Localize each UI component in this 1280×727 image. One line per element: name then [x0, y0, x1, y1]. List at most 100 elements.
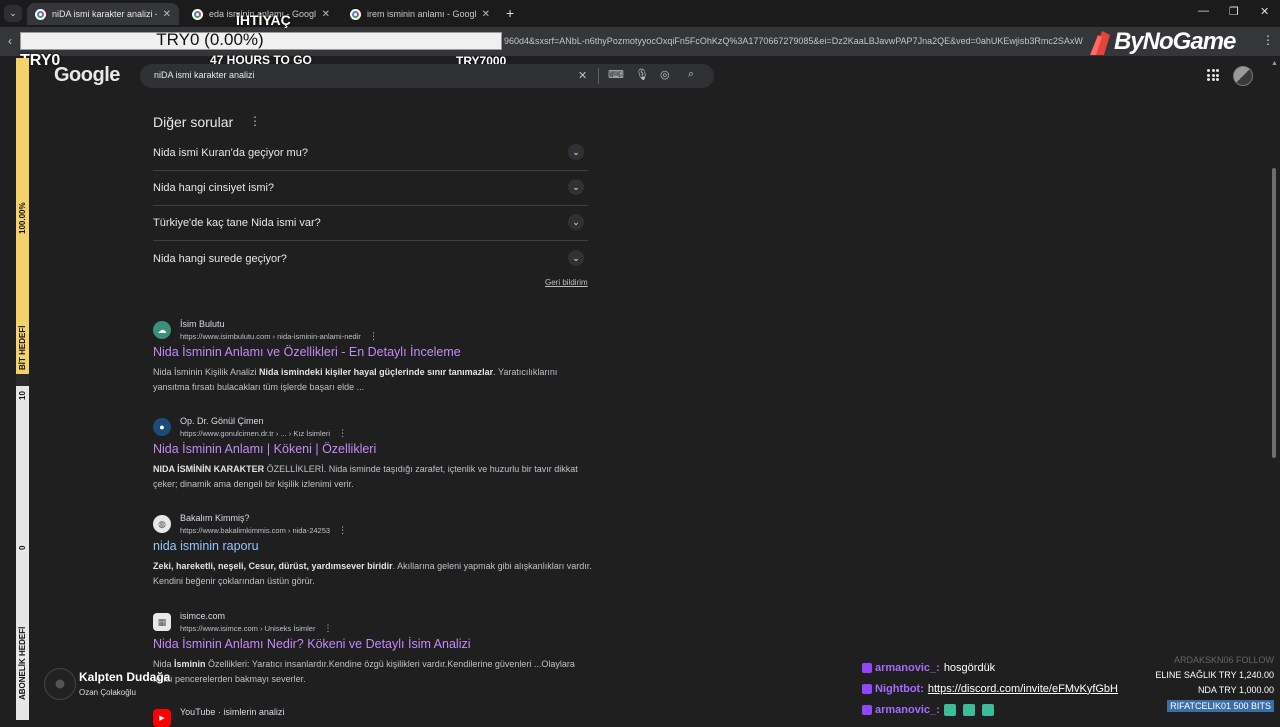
clear-icon[interactable]: ✕ — [578, 69, 587, 82]
result-snippet: Zeki, hareketli, neşeli, Cesur, dürüst, … — [153, 561, 592, 586]
bit-percent: 100.00% — [18, 202, 27, 234]
result-snippet: NIDA İSMİNİN KARAKTER ÖZELLİKLERİ. Nida … — [153, 464, 578, 489]
menu-icon[interactable]: ⋮ — [1262, 33, 1274, 47]
tab-label: irem isminin anlamı - Google'da — [367, 9, 476, 19]
goal-sidebar: 100.00% BİT HEDEFİ 10 0 ABONELİK HEDEFİ — [16, 58, 29, 720]
album-art — [44, 668, 76, 700]
faq-item[interactable]: Nida hangi cinsiyet ismi? ⌄ — [153, 171, 588, 206]
scroll-thumb[interactable] — [1272, 168, 1276, 458]
minimize-icon[interactable]: — — [1198, 5, 1209, 17]
more-options-icon[interactable]: ⋮ — [249, 114, 261, 128]
scrollbar[interactable]: ▲ — [1270, 58, 1278, 720]
restore-icon[interactable]: ❐ — [1229, 5, 1239, 18]
chevron-down-icon[interactable]: ⌄ — [568, 250, 584, 266]
search-result: ☁ İsim Bulutu https://www.isimbulutu.com… — [153, 319, 593, 399]
twitch-icon — [862, 662, 872, 673]
chat-username: armanovic_: — [875, 661, 940, 674]
faq-question: Türkiye'de kaç tane Nida ismi var? — [153, 217, 321, 229]
microphone-icon[interactable]: 🎙 — [635, 68, 649, 81]
sub-goal-top: 10 — [18, 391, 27, 400]
faq-question: Nida hangi cinsiyet ismi? — [153, 182, 275, 194]
google-favicon-icon — [35, 8, 46, 20]
site-favicon-icon: ☁ — [153, 321, 171, 339]
search-result: ● Op. Dr. Gönül Çimen https://www.gonulc… — [153, 416, 593, 496]
bynogame-logo-icon — [1090, 31, 1110, 55]
search-result: ▦ isimce.com https://www.isimce.com › Un… — [153, 611, 593, 691]
close-icon[interactable]: ✕ — [482, 9, 490, 20]
back-icon[interactable]: ‹ — [8, 34, 12, 48]
result-snippet: Nida İsminin Özellikleri: Yaratıcı insan… — [153, 659, 575, 684]
chat-link[interactable]: https://discord.com/invite/eFMvKyfGbH — [928, 683, 1118, 695]
faq-item[interactable]: Nida ismi Kuran'da geçiyor mu? ⌄ — [153, 136, 588, 171]
more-options-icon[interactable]: ⋮ — [324, 623, 333, 633]
url-field[interactable]: 960d4&sxsrf=ANbL-n6thyPozmotyyocOxqiFn5F… — [504, 36, 1094, 46]
result-title-link[interactable]: Nida İsminin Anlamı ve Özellikleri - En … — [153, 345, 461, 359]
apps-grid-icon[interactable] — [1207, 69, 1219, 81]
google-favicon-icon — [350, 8, 361, 20]
keyboard-icon[interactable]: ⌨ — [608, 68, 624, 81]
scroll-up-icon[interactable]: ▲ — [1271, 60, 1278, 67]
result-url: https://www.gonulcimen.dr.tr › ... › Kız… — [180, 428, 348, 438]
faq-item[interactable]: Türkiye'de kaç tane Nida ismi var? ⌄ — [153, 206, 588, 241]
more-options-icon[interactable]: ⋮ — [369, 331, 378, 341]
close-icon[interactable]: ✕ — [322, 9, 330, 20]
now-playing: Kalpten Dudağa Ozan Çolakoğlu — [44, 668, 170, 700]
result-title-link[interactable]: nida isminin raporu — [153, 539, 259, 553]
more-options-icon[interactable]: ⋮ — [338, 428, 347, 438]
search-input[interactable]: niDA ismi karakter analizi — [154, 70, 255, 80]
bynogame-brand: ByNoGame — [1090, 28, 1236, 56]
result-url: https://www.isimce.com › Uniseks İsimler… — [180, 623, 333, 633]
tab-irem[interactable]: irem isminin anlamı - Google'da ✕ — [342, 3, 498, 25]
faq-question: Nida ismi Kuran'da geçiyor mu? — [153, 147, 308, 159]
goal-amount: TRY0 (0.00%) — [156, 30, 264, 49]
avatar[interactable] — [1233, 66, 1253, 86]
sub-goal-bottom: 0 — [18, 545, 27, 550]
event-bits: RIFATCELIK01 500 BITS — [1167, 700, 1274, 712]
chat-message: Nightbot: https://discord.com/invite/eFM… — [862, 678, 1162, 699]
tab-label: niDA ismi karakter analizi - Goo — [52, 9, 157, 19]
result-site: Bakalım Kimmiş? — [180, 513, 250, 523]
emote-icon — [943, 703, 956, 716]
globe-icon: ◍ — [153, 515, 171, 533]
chevron-down-icon[interactable]: ⌄ — [568, 179, 584, 195]
close-icon[interactable]: ✕ — [163, 9, 171, 20]
google-favicon-icon — [192, 8, 203, 20]
song-title: Kalpten Dudağa — [79, 670, 171, 684]
search-result: ▶ YouTube · isimlerin analizi — [153, 707, 593, 727]
result-title-link[interactable]: Nida İsminin Anlamı Nedir? Kökeni ve Det… — [153, 637, 471, 651]
twitch-icon — [862, 683, 872, 694]
more-options-icon[interactable]: ⋮ — [338, 525, 347, 535]
tab-search-icon[interactable]: ⌄ — [4, 5, 22, 22]
result-site: YouTube · isimlerin analizi — [180, 707, 285, 717]
goal-title: İHTİYAÇ — [236, 12, 291, 28]
tab-nida[interactable]: niDA ismi karakter analizi - Goo ✕ — [27, 3, 179, 25]
other-questions-title: Diğer sorular — [153, 114, 234, 130]
result-site: İsim Bulutu — [180, 319, 225, 329]
event-donation: NDA TRY 1,000.00 — [1197, 685, 1274, 695]
search-box[interactable]: niDA ismi karakter analizi ✕ ⌨ 🎙 ◎ ⌕ — [140, 64, 714, 88]
faq-item[interactable]: Nida hangi surede geçiyor? ⌄ — [153, 242, 588, 277]
window-close-icon[interactable]: ✕ — [1260, 5, 1269, 18]
site-favicon-icon: ● — [153, 418, 171, 436]
result-title-link[interactable]: Nida İsminin Anlamı | Kökeni | Özellikle… — [153, 442, 376, 456]
lens-icon[interactable]: ◎ — [660, 68, 670, 81]
chevron-down-icon[interactable]: ⌄ — [568, 214, 584, 230]
search-icon[interactable]: ⌕ — [688, 68, 694, 81]
tab-bar: ⌄ niDA ismi karakter analizi - Goo ✕ eda… — [0, 0, 1280, 27]
twitch-icon — [862, 704, 872, 715]
chevron-down-icon[interactable]: ⌄ — [568, 144, 584, 160]
chat-text: hosgördük — [943, 661, 996, 674]
chat-username: armanovic_: — [875, 703, 940, 716]
feedback-link[interactable]: Geri bildirim — [545, 278, 588, 287]
new-tab-button[interactable]: + — [506, 5, 514, 21]
bit-goal-label: BİT HEDEFİ — [18, 325, 27, 370]
emote-icon — [962, 703, 975, 716]
google-logo[interactable]: Google — [54, 64, 120, 87]
event-follow: ARDAKSKN06 FOLLOW — [1173, 655, 1274, 665]
youtube-icon: ▶ — [153, 709, 171, 727]
chat-overlay: armanovic_: hosgördük Nightbot: https://… — [862, 657, 1162, 720]
brand-text: ByNoGame — [1114, 28, 1236, 55]
emote-icon — [981, 703, 994, 716]
sub-goal-label: ABONELİK HEDEFİ — [18, 626, 27, 700]
search-result: ◍ Bakalım Kimmiş? https://www.bakalimkim… — [153, 513, 593, 593]
